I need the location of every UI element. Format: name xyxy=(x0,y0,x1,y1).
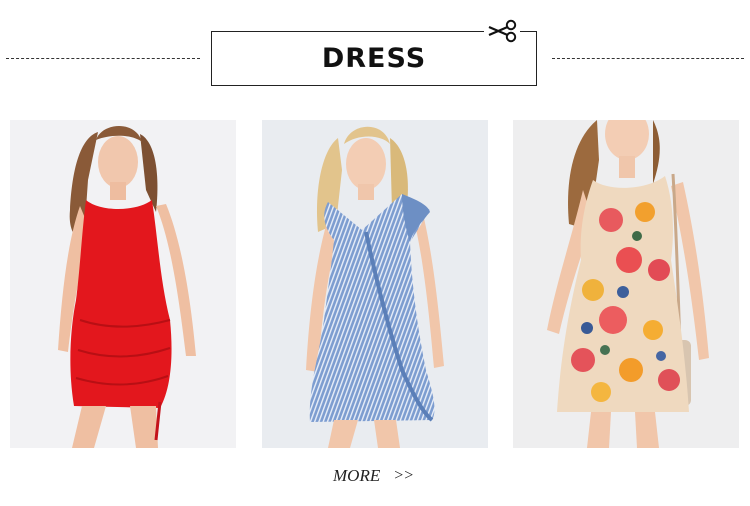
product-image-blue-dress xyxy=(262,120,488,448)
section-title: DRESS xyxy=(321,43,427,74)
dashed-line-left xyxy=(6,58,200,59)
more-link[interactable]: MORE >> xyxy=(333,466,414,486)
product-card-blue-dress[interactable] xyxy=(262,120,488,448)
more-label: MORE xyxy=(333,466,381,485)
scissors-icon xyxy=(484,18,520,44)
more-arrows-icon: >> xyxy=(394,467,415,484)
product-image-floral-dress xyxy=(513,120,739,448)
product-image-red-dress xyxy=(10,120,236,448)
dashed-line-right xyxy=(552,58,744,59)
product-card-floral-dress[interactable] xyxy=(513,120,739,448)
product-card-red-dress[interactable] xyxy=(10,120,236,448)
